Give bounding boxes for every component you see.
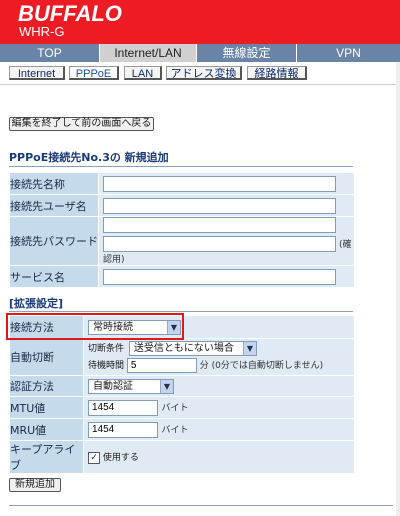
wait-time-input[interactable]	[126, 357, 197, 373]
scrollbar[interactable]	[396, 62, 400, 516]
conn-name-cell	[99, 173, 354, 194]
condition-label: 切断条件	[88, 343, 125, 354]
extended-divider	[9, 311, 353, 312]
auth-select-value: 自動認証	[93, 380, 133, 392]
user-cell	[99, 195, 354, 216]
chevron-down-icon: ▼	[160, 379, 173, 393]
auto-disconnect-cell: 切断条件 送受信ともにない場合 ▼ 待機時間 分 (0分では自動切断しません)	[84, 339, 354, 375]
sub-nav: Internet PPPoE LAN アドレス変換 経路情報	[0, 62, 400, 85]
mru-label: MRU値	[10, 419, 83, 440]
tab-wireless[interactable]: 無線設定	[197, 44, 297, 62]
mtu-label: MTU値	[10, 397, 83, 418]
password-cell: (確認用)	[99, 217, 354, 265]
mru-cell: バイト	[84, 419, 354, 440]
auth-label: 認証方法	[10, 376, 83, 396]
subtab-lan[interactable]: LAN	[124, 66, 162, 80]
buffalo-logo: BUFFALO	[18, 1, 122, 26]
keepalive-cell: ✓ 使用する	[84, 441, 354, 473]
chevron-down-icon: ▼	[242, 341, 256, 355]
mtu-unit: バイト	[161, 403, 189, 413]
subtab-internet[interactable]: Internet	[9, 66, 65, 80]
main-nav: TOP Internet/LAN 無線設定 VPN	[0, 44, 400, 62]
subtab-address-translation[interactable]: アドレス変換	[166, 66, 242, 80]
wait-note: 分 (0分では自動切断しません)	[199, 360, 324, 371]
back-button[interactable]: 編集を終了して前の画面へ戻る	[9, 117, 154, 131]
tab-vpn[interactable]: VPN	[297, 44, 400, 62]
app-header: BUFFALO WHR-G	[0, 0, 400, 44]
mru-unit: バイト	[161, 425, 189, 435]
mtu-input[interactable]	[88, 399, 158, 416]
highlight-box	[6, 313, 184, 340]
auth-select[interactable]: 自動認証 ▼	[88, 378, 174, 394]
keepalive-label: キープアライブ	[10, 441, 83, 473]
password-confirm-input[interactable]	[103, 236, 336, 252]
wait-label: 待機時間	[88, 360, 125, 371]
condition-select[interactable]: 送受信ともにない場合 ▼	[128, 340, 257, 356]
extended-title: [拡張設定]	[9, 297, 64, 310]
user-input[interactable]	[103, 197, 336, 214]
title-divider	[9, 166, 353, 167]
auto-disconnect-label: 自動切断	[10, 339, 83, 375]
tab-internet-lan[interactable]: Internet/LAN	[100, 44, 197, 62]
keepalive-checkbox[interactable]: ✓	[88, 451, 100, 464]
footer-divider	[9, 505, 393, 506]
auth-cell: 自動認証 ▼	[84, 376, 354, 396]
model-name: WHR-G	[19, 24, 65, 39]
password-input[interactable]	[103, 217, 336, 233]
add-button[interactable]: 新規追加	[9, 478, 61, 492]
password-label: 接続先パスワード	[10, 217, 98, 265]
service-cell	[99, 266, 354, 287]
mru-input[interactable]	[88, 421, 158, 438]
mtu-cell: バイト	[84, 397, 354, 418]
subtab-routing[interactable]: 経路情報	[247, 66, 307, 80]
page-title: PPPoE接続先No.3の 新規追加	[9, 151, 169, 164]
condition-select-value: 送受信ともにない場合	[133, 342, 234, 354]
subtab-pppoe[interactable]: PPPoE	[69, 66, 119, 80]
keepalive-text: 使用する	[102, 453, 139, 464]
conn-name-input[interactable]	[103, 175, 336, 192]
service-input[interactable]	[103, 268, 336, 285]
tab-top[interactable]: TOP	[0, 44, 100, 62]
basic-settings-table: 接続先名称 接続先ユーザ名 接続先パスワード (確認用) サービス名	[9, 172, 355, 288]
conn-name-label: 接続先名称	[10, 173, 98, 194]
check-icon: ✓	[90, 452, 98, 463]
service-label: サービス名	[10, 266, 98, 287]
user-label: 接続先ユーザ名	[10, 195, 98, 216]
